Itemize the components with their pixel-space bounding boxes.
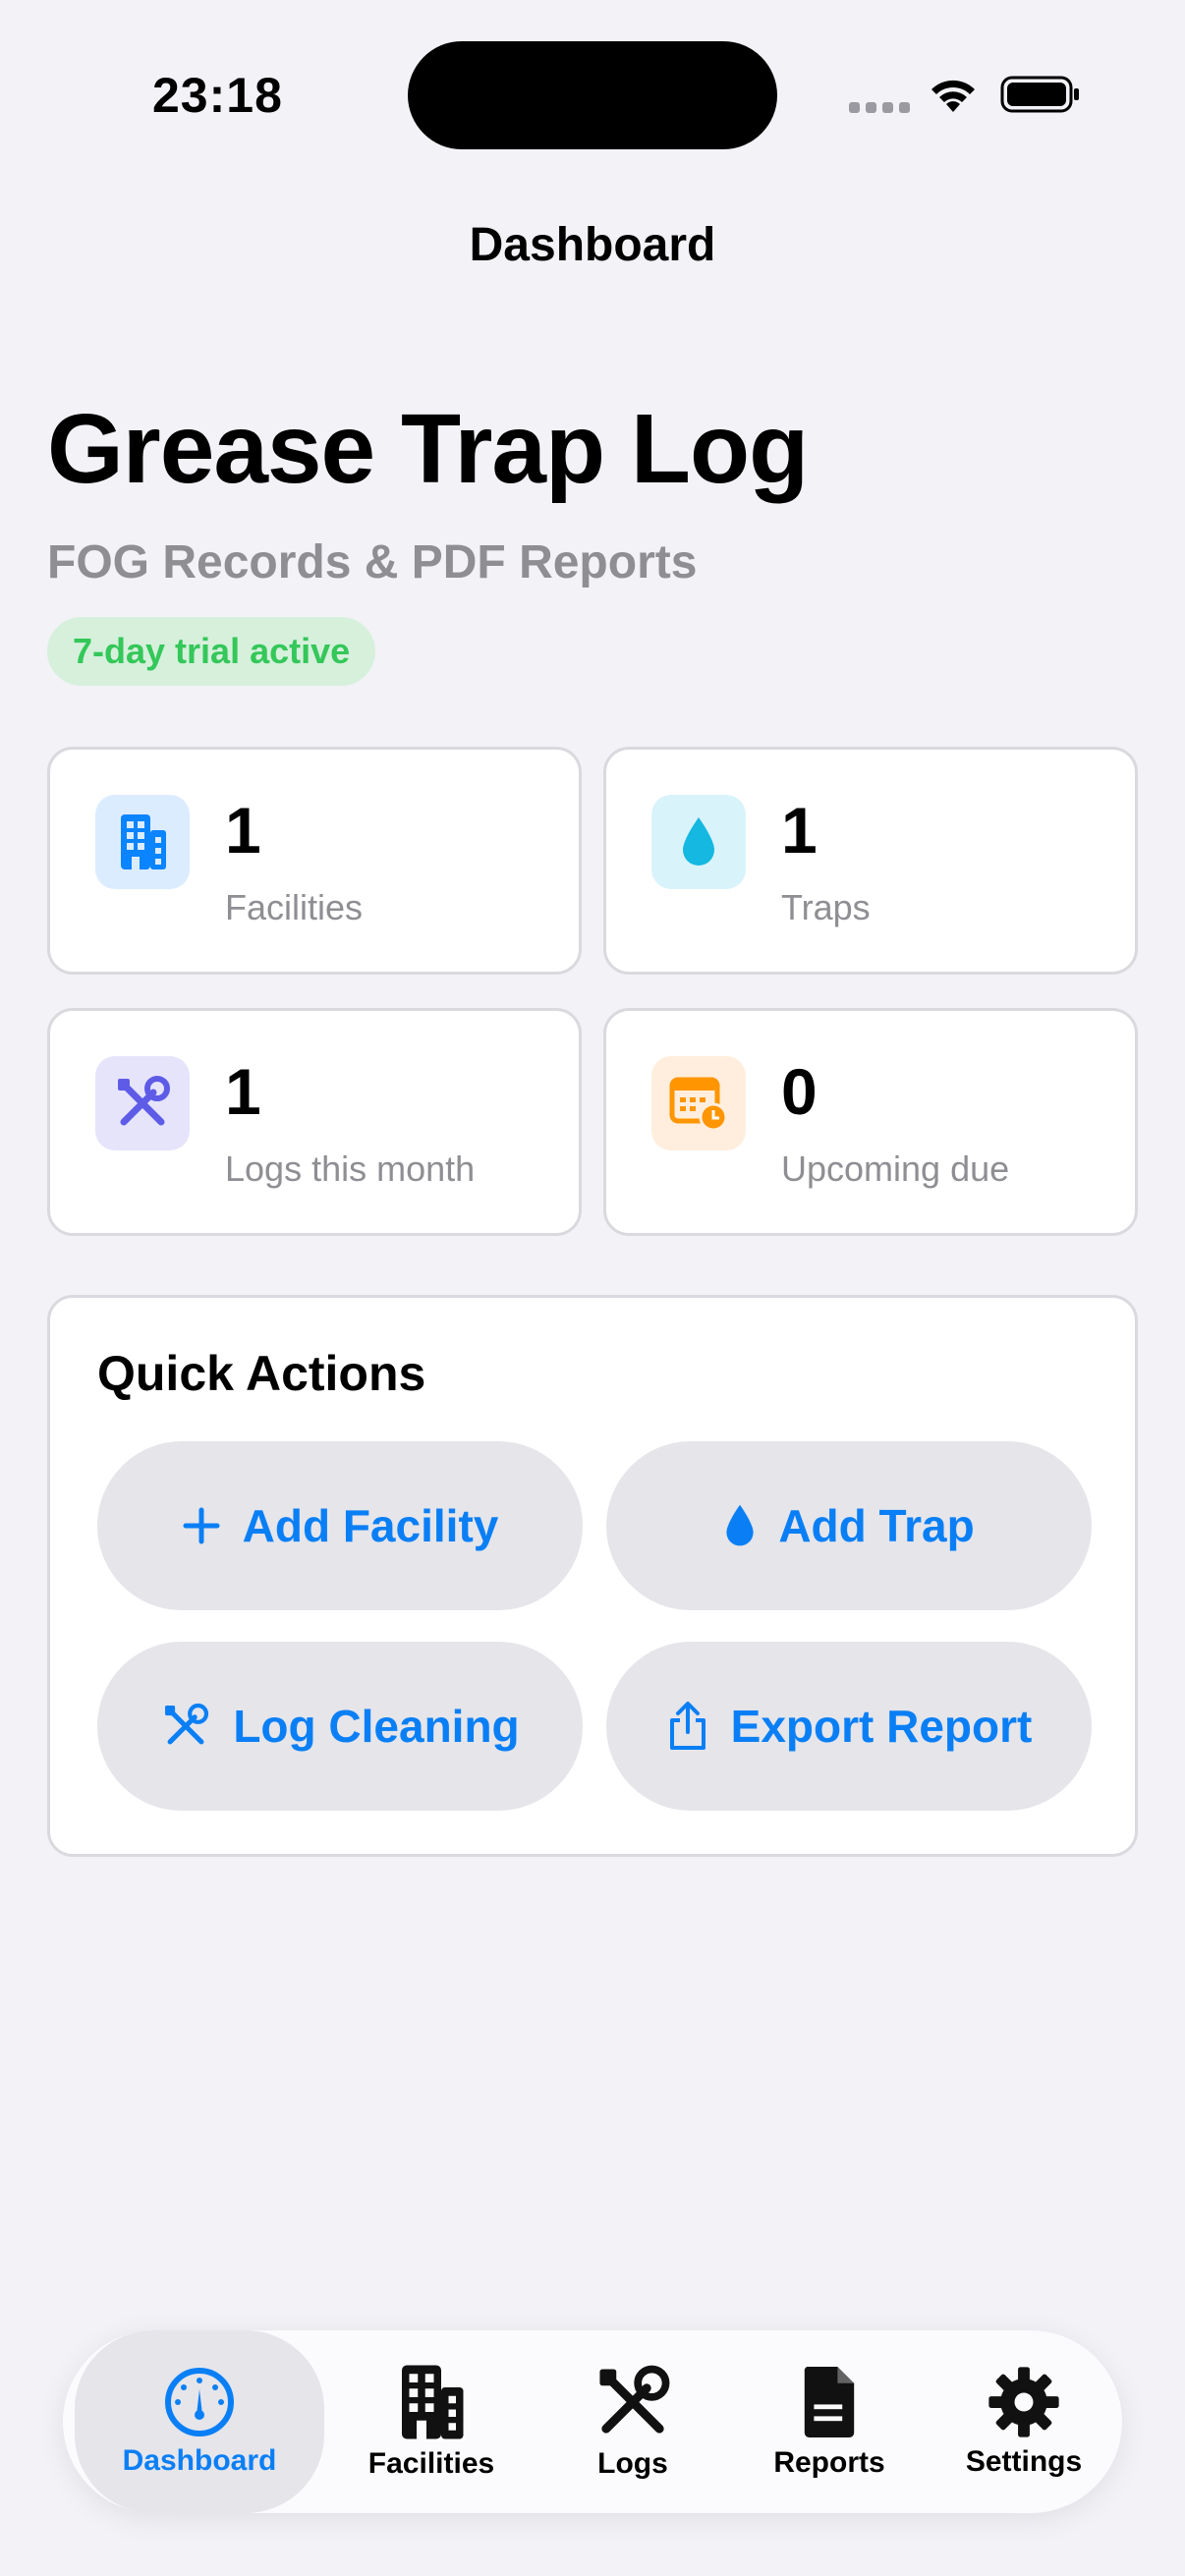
stat-label: Logs this month [225,1148,476,1189]
page-title: Grease Trap Log [47,394,809,504]
stat-value: 1 [225,1055,261,1128]
share-icon [669,1702,705,1750]
stat-card-logs[interactable]: 1 Logs this month [47,1008,582,1236]
wrench-screwdriver-icon [165,1703,209,1745]
document-icon [804,2367,855,2437]
stat-value: 1 [781,794,818,867]
gauge-icon [165,2368,234,2436]
wrench-screwdriver-icon [599,2365,670,2434]
log-cleaning-label: Log Cleaning [233,1701,520,1752]
tab-logs[interactable]: Logs [535,2330,731,2513]
stat-card-upcoming[interactable]: 0 Upcoming due [603,1008,1138,1236]
stat-value: 0 [781,1055,818,1128]
building-icon [95,795,190,889]
wifi-icon [931,80,975,112]
quick-actions-card: Quick Actions Add Facility Add Trap Log … [47,1295,1138,1857]
tab-label: Logs [597,2447,668,2480]
tab-bar: Dashboard Facilities Logs Reports Settin… [63,2330,1122,2513]
plus-icon [183,1507,220,1544]
tab-reports[interactable]: Reports [731,2330,928,2513]
tab-label: Dashboard [122,2444,277,2477]
gear-icon [988,2367,1059,2437]
drop-icon [726,1504,754,1546]
add-trap-button[interactable]: Add Trap [606,1441,1092,1610]
tab-facilities[interactable]: Facilities [328,2330,535,2513]
add-facility-button[interactable]: Add Facility [97,1441,583,1610]
export-report-label: Export Report [730,1701,1033,1752]
tab-settings[interactable]: Settings [928,2330,1120,2513]
log-cleaning-button[interactable]: Log Cleaning [97,1642,583,1811]
building-icon [402,2365,464,2439]
nav-title: Dashboard [469,219,716,271]
trial-badge: 7-day trial active [47,617,376,686]
add-trap-label: Add Trap [778,1500,975,1551]
quick-actions-title: Quick Actions [97,1346,426,1401]
status-time: 23:18 [152,68,283,123]
stat-label: Traps [781,887,871,927]
wrench-screwdriver-icon [95,1056,190,1150]
cellular-signal-icon [849,102,910,113]
calendar-clock-icon [651,1056,746,1150]
tab-label: Reports [773,2446,885,2479]
battery-icon [1000,76,1079,113]
add-facility-label: Add Facility [242,1500,499,1551]
stat-card-facilities[interactable]: 1 Facilities [47,747,582,975]
stat-label: Upcoming due [781,1148,1010,1189]
stat-label: Facilities [225,887,364,927]
stat-card-traps[interactable]: 1 Traps [603,747,1138,975]
drop-icon [651,795,746,889]
tab-dashboard[interactable]: Dashboard [75,2330,324,2513]
page-subtitle: FOG Records & PDF Reports [47,536,698,588]
export-report-button[interactable]: Export Report [606,1642,1092,1811]
stat-value: 1 [225,794,261,867]
tab-label: Facilities [367,2447,495,2480]
tab-label: Settings [965,2445,1083,2478]
dynamic-island [408,41,777,149]
